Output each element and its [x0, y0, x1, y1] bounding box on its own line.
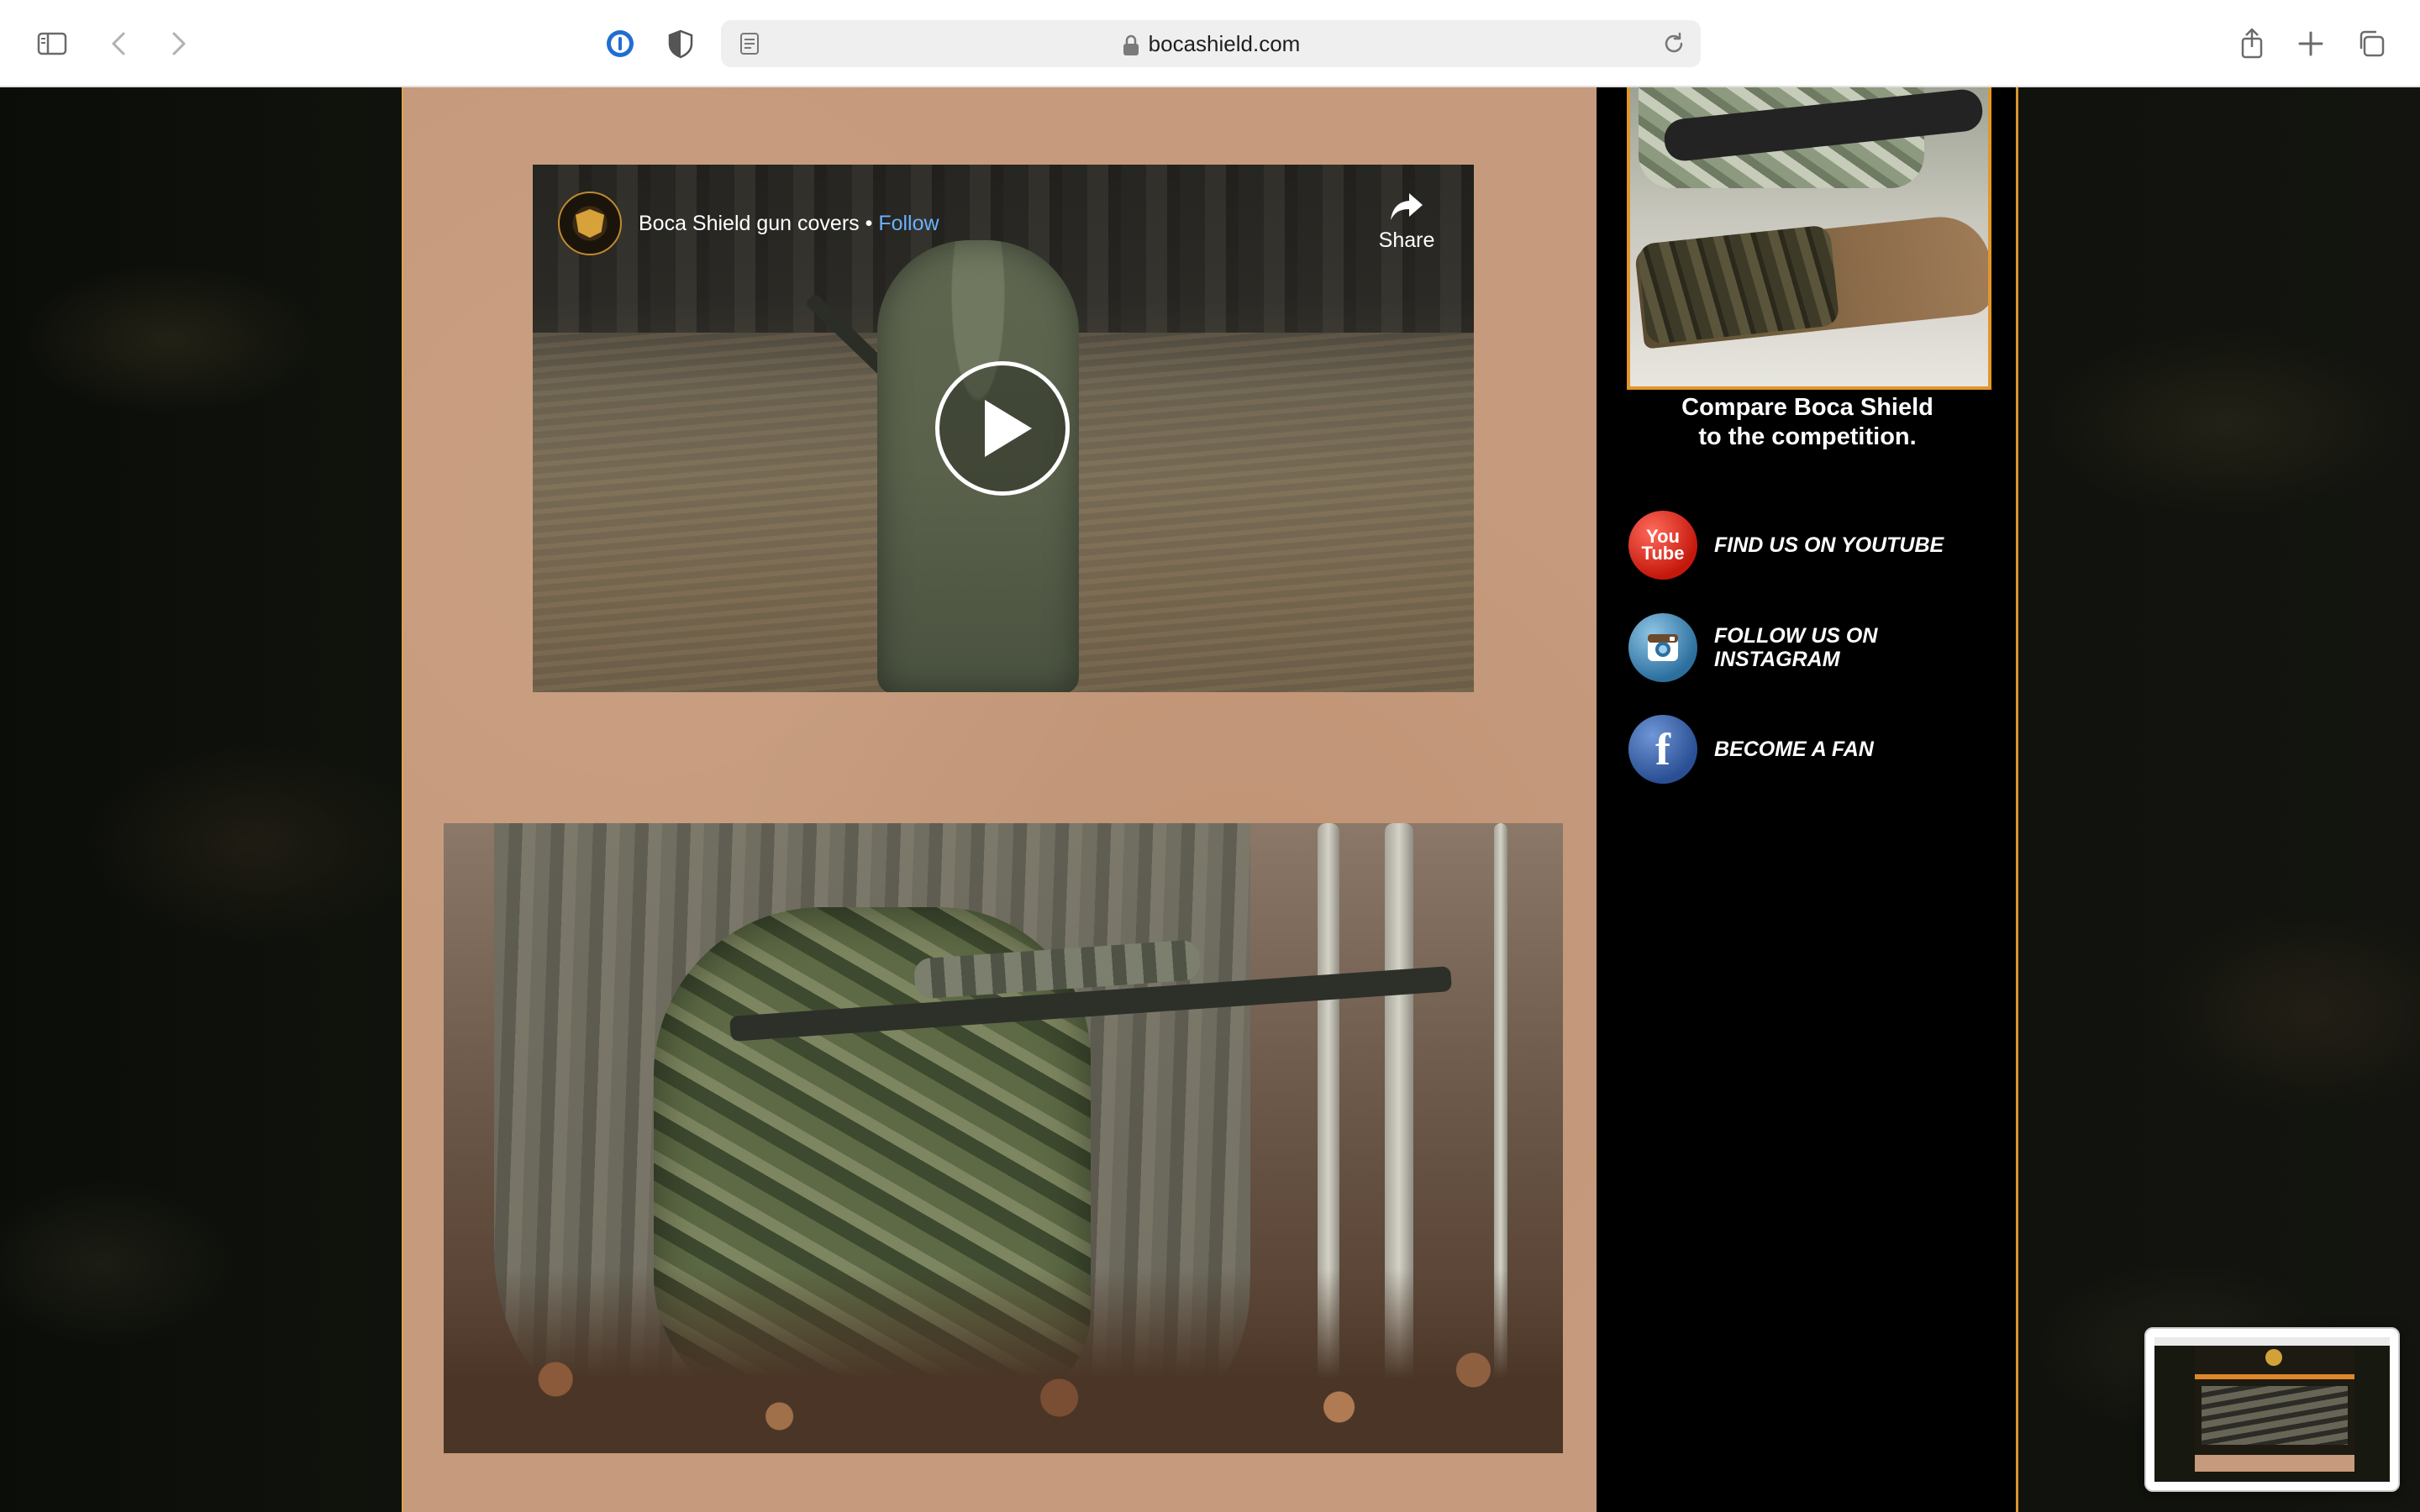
instagram-link[interactable]: FOLLOW US ON INSTAGRAM	[1628, 612, 1998, 684]
facebook-link-label: BECOME A FAN	[1714, 738, 1874, 761]
thumbnail-logo-icon	[2265, 1349, 2282, 1366]
tab-overview-icon[interactable]	[2349, 22, 2393, 66]
channel-name[interactable]: Boca Shield gun covers	[639, 212, 860, 235]
facebook-icon: f	[1628, 715, 1697, 784]
share-icon[interactable]	[2230, 22, 2274, 66]
youtube-link-label: FIND US ON YOUTUBE	[1714, 533, 1944, 557]
compare-product-photo[interactable]	[1627, 87, 1991, 390]
video-header: Boca Shield gun covers • Follow	[558, 190, 939, 257]
video-title: Boca Shield gun covers • Follow	[639, 211, 939, 235]
share-label: Share	[1378, 228, 1435, 252]
back-icon[interactable]	[97, 22, 141, 66]
url-text: bocashield.com	[1148, 31, 1301, 56]
lock-icon	[1123, 34, 1139, 56]
address-bar[interactable]: bocashield.com	[721, 20, 1701, 67]
reload-icon[interactable]	[1659, 29, 1689, 59]
url-display: bocashield.com	[721, 20, 1701, 67]
video-share-button[interactable]: Share	[1373, 190, 1440, 253]
youtube-link[interactable]: You Tube FIND US ON YOUTUBE	[1628, 509, 1998, 581]
facebook-video-embed[interactable]: Boca Shield gun covers • Follow Share	[533, 165, 1474, 692]
follow-link[interactable]: Follow	[878, 212, 939, 235]
privacy-shield-icon[interactable]	[659, 22, 702, 66]
instagram-link-label: FOLLOW US ON INSTAGRAM	[1714, 624, 1878, 671]
share-arrow-icon	[1391, 193, 1423, 220]
channel-logo-icon[interactable]	[558, 192, 622, 255]
forward-icon[interactable]	[156, 22, 200, 66]
compare-line-2: to the competition.	[1698, 423, 1917, 450]
play-button[interactable]	[935, 361, 1070, 496]
page-thumbnail-preview[interactable]	[2144, 1327, 2400, 1492]
compare-link[interactable]: Compare Boca Shield to the competition.	[1597, 393, 2018, 452]
password-manager-icon[interactable]	[598, 22, 642, 66]
facebook-link[interactable]: f BECOME A FAN	[1628, 713, 1998, 785]
compare-line-1: Compare Boca Shield	[1681, 394, 1933, 421]
instagram-icon	[1628, 613, 1697, 682]
youtube-icon: You Tube	[1628, 511, 1697, 580]
browser-toolbar: bocashield.com	[0, 0, 2420, 87]
right-sidebar: Compare Boca Shield to the competition. …	[1597, 87, 2018, 1512]
hunter-rifle-photo	[444, 823, 1563, 1453]
web-page: Boca Shield gun covers • Follow Share Co…	[0, 87, 2420, 1512]
play-icon	[985, 400, 1032, 457]
new-tab-icon[interactable]	[2289, 22, 2333, 66]
sidebar-toggle-icon[interactable]	[30, 22, 74, 66]
